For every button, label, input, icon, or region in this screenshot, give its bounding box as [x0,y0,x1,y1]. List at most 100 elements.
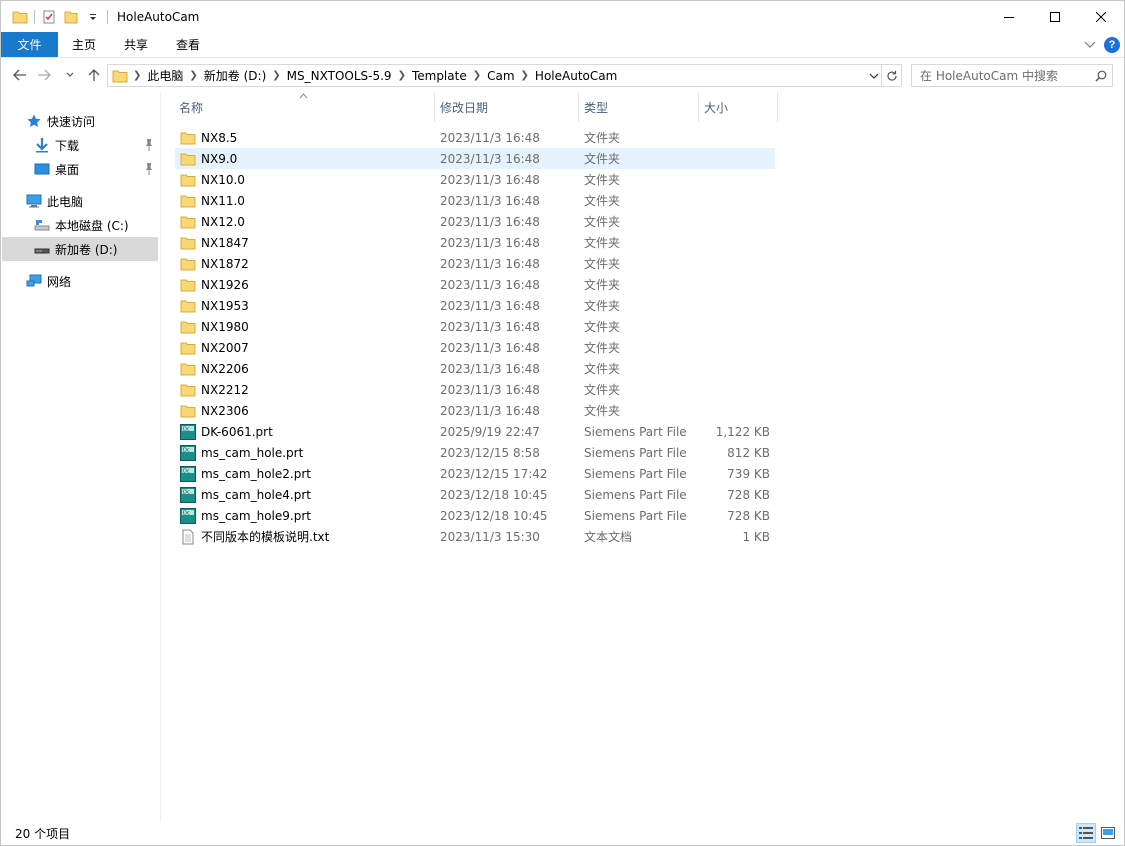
search-input[interactable] [912,65,1090,86]
file-row[interactable]: NX8.5 2023/11/3 16:48 文件夹 [175,127,775,148]
tab-file[interactable]: 文件 [1,32,58,57]
quick-access-toolbar [1,1,111,32]
address-dropdown-button[interactable] [865,65,881,86]
file-size: 728 KB [727,508,770,523]
file-type: 文件夹 [584,236,621,250]
file-row[interactable]: NX10.0 2023/11/3 16:48 文件夹 [175,169,775,190]
chevron-right-icon[interactable]: ❯ [472,70,482,81]
file-type: 文本文档 [584,530,633,544]
nav-downloads-label: 下载 [55,138,80,153]
chevron-right-icon[interactable]: ❯ [132,70,142,81]
file-row[interactable]: NX1847 2023/11/3 16:48 文件夹 [175,232,775,253]
file-row[interactable]: Dc DK-6061.prt 2025/9/19 22:47 Siemens Part… [175,421,775,442]
chevron-right-icon[interactable]: ❯ [397,70,407,81]
expand-ribbon-icon[interactable] [1084,38,1096,52]
desktop-icon [33,160,51,178]
star-icon [25,112,43,130]
breadcrumb-template[interactable]: Template [407,69,472,83]
file-size: 1,122 KB [715,424,770,439]
file-row[interactable]: NX1980 2023/11/3 16:48 文件夹 [175,316,775,337]
file-row[interactable]: Dc ms_cam_hole.prt 2023/12/15 8:58 Siemens … [175,442,775,463]
search-box[interactable] [911,64,1113,87]
file-row[interactable]: NX2007 2023/11/3 16:48 文件夹 [175,337,775,358]
file-row[interactable]: NX11.0 2023/11/3 16:48 文件夹 [175,190,775,211]
tab-home[interactable]: 主页 [58,32,110,57]
file-type: 文件夹 [584,215,621,229]
file-type: 文件夹 [584,299,621,313]
nav-this-pc[interactable]: 此电脑 [25,189,155,213]
file-name: NX1872 [201,256,249,271]
recent-locations-icon[interactable] [63,64,77,86]
file-date: 2023/12/15 8:58 [440,445,540,460]
file-row[interactable]: Dc ms_cam_hole9.prt 2023/12/18 10:45 Siemen… [175,505,775,526]
details-view-icon[interactable] [1076,823,1096,843]
file-type: 文件夹 [584,194,621,208]
file-row[interactable]: Dc ms_cam_hole2.prt 2023/12/15 17:42 Siemen… [175,463,775,484]
file-row[interactable]: 不同版本的模板说明.txt 2023/11/3 15:30 文本文档 1 KB [175,526,775,547]
breadcrumb-holeautocam[interactable]: HoleAutoCam [530,69,622,83]
tab-share[interactable]: 共享 [110,32,162,57]
nav-quick-access[interactable]: 快速访问 [25,109,155,133]
pin-icon[interactable] [143,162,155,176]
breadcrumb-d-drive[interactable]: 新加卷 (D:) [199,67,271,84]
address-bar[interactable]: ❯ 此电脑 ❯ 新加卷 (D:) ❯ MS_NXTOOLS-5.9 ❯ Temp… [107,64,882,87]
tab-view[interactable]: 查看 [162,32,214,57]
file-name-cell: NX8.5 [180,127,237,148]
file-name-cell: NX2212 [180,379,249,400]
search-icon[interactable] [1090,65,1112,86]
breadcrumb-cam[interactable]: Cam [482,69,519,83]
file-name: NX2206 [201,361,249,376]
chevron-right-icon[interactable]: ❯ [520,70,530,81]
maximize-button[interactable] [1032,1,1078,32]
siemens-part-file-icon: Dc [180,465,196,482]
file-name-cell: NX9.0 [180,148,237,169]
minimize-button[interactable] [986,1,1032,32]
ribbon-tabs: 文件 主页 共享 查看 ? [1,32,1124,58]
help-icon[interactable]: ? [1104,37,1120,53]
customize-qat-icon[interactable] [82,6,104,28]
file-row[interactable]: NX1872 2023/11/3 16:48 文件夹 [175,253,775,274]
file-name: NX2212 [201,382,249,397]
file-row[interactable]: Dc ms_cam_hole4.prt 2023/12/18 10:45 Siemen… [175,484,775,505]
file-size: 739 KB [727,466,770,481]
refresh-button[interactable] [882,64,902,87]
new-folder-icon[interactable] [60,6,82,28]
nav-network-label: 网络 [47,274,72,289]
file-row[interactable]: NX2212 2023/11/3 16:48 文件夹 [175,379,775,400]
svg-text:Dc: Dc [183,426,190,432]
large-icons-view-icon[interactable] [1098,823,1118,843]
file-row[interactable]: NX2206 2023/11/3 16:48 文件夹 [175,358,775,379]
view-switcher [1076,823,1118,843]
file-date: 2023/11/3 16:48 [440,298,540,313]
nav-downloads[interactable]: 下载 [33,133,159,157]
file-date: 2023/11/3 16:48 [440,340,540,355]
properties-icon[interactable] [38,6,60,28]
file-size [695,148,770,169]
breadcrumb-this-pc[interactable]: 此电脑 [142,67,188,84]
chevron-right-icon[interactable]: ❯ [271,70,281,81]
nav-local-disk-c[interactable]: 本地磁盘 (C:) [33,213,159,237]
file-row[interactable]: NX1926 2023/11/3 16:48 文件夹 [175,274,775,295]
forward-button[interactable] [33,64,55,86]
column-separator[interactable] [777,92,778,122]
back-button[interactable] [9,64,31,86]
pin-icon[interactable] [143,138,155,152]
file-row[interactable]: NX9.0 2023/11/3 16:48 文件夹 [175,148,775,169]
file-name-cell: Dc ms_cam_hole9.prt [180,505,311,526]
file-row[interactable]: NX1953 2023/11/3 16:48 文件夹 [175,295,775,316]
nav-desktop[interactable]: 桌面 [33,157,159,181]
chevron-right-icon[interactable]: ❯ [188,70,198,81]
nav-network[interactable]: 网络 [25,269,155,293]
file-row[interactable]: NX2306 2023/11/3 16:48 文件夹 [175,400,775,421]
column-header-name[interactable]: 名称 [161,92,435,122]
close-button[interactable] [1078,1,1124,32]
column-header-type[interactable]: 类型 [566,92,699,122]
nav-new-volume-d[interactable]: 新加卷 (D:) [2,237,158,261]
file-name-cell: Dc ms_cam_hole.prt [180,442,303,463]
folder-icon [180,172,196,188]
up-button[interactable] [83,64,105,86]
breadcrumb-ms-nxtools[interactable]: MS_NXTOOLS-5.9 [282,69,397,83]
file-row[interactable]: NX12.0 2023/11/3 16:48 文件夹 [175,211,775,232]
column-header-date[interactable]: 修改日期 [422,92,579,122]
column-header-size[interactable]: 大小 [686,92,778,122]
